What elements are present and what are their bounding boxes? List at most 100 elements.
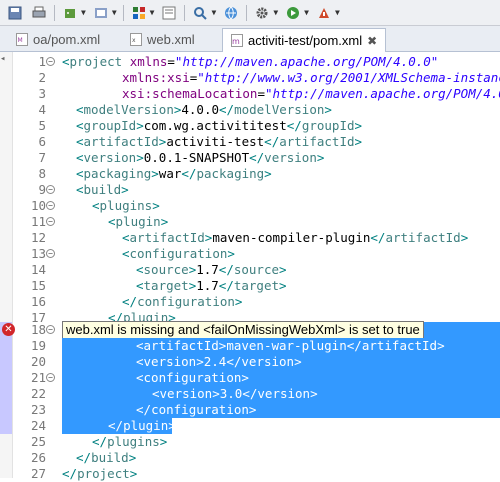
code-text: <configuration> <box>136 370 249 385</box>
line-number: 3 <box>38 86 46 101</box>
code-line: 20 <version>2.4</version> <box>0 354 500 370</box>
gear-icon[interactable] <box>253 4 271 22</box>
chevron-down-icon[interactable]: ▼ <box>273 8 278 17</box>
line-number: 21 <box>30 370 46 385</box>
chevron-down-icon[interactable]: ▼ <box>211 8 216 17</box>
code-text: xsi:schemaLocation="http://maven.apache.… <box>122 86 500 101</box>
code-text: </build> <box>76 450 137 465</box>
text-selection <box>62 402 500 418</box>
close-icon[interactable]: ✖ <box>367 34 377 48</box>
main-toolbar: ▼ ▼ ▼ ▼ ▼ ▼ ▼ <box>0 0 500 26</box>
fold-toggle-icon[interactable]: − <box>46 373 55 382</box>
code-line: 4 <modelVersion>4.0.0</modelVersion> <box>0 102 500 118</box>
code-line: 16 </configuration> <box>0 294 500 310</box>
palette-icon[interactable] <box>130 4 148 22</box>
code-line: 12 <artifactId>maven-compiler-plugin</ar… <box>0 230 500 246</box>
open-type-icon[interactable] <box>160 4 178 22</box>
code-text: <version>0.0.1-SNAPSHOT</version> <box>76 150 325 165</box>
fold-toggle-icon[interactable]: − <box>46 217 55 226</box>
code-line: 21 − <configuration> <box>0 370 500 386</box>
line-number: 19 <box>30 338 46 353</box>
toolbar-separator <box>122 4 124 21</box>
tab-web-xml[interactable]: x web.xml <box>122 28 203 51</box>
search-icon[interactable] <box>191 4 209 22</box>
line-number: 26 <box>30 450 46 465</box>
line-number: 13 <box>30 246 46 261</box>
line-number: 18 <box>30 322 46 337</box>
tab-label: oa/pom.xml <box>33 32 101 47</box>
line-number: 8 <box>38 166 46 181</box>
line-number: 5 <box>38 118 46 133</box>
code-line: 19 <artifactId>maven-war-plugin</artifac… <box>0 338 500 354</box>
line-number: 20 <box>30 354 46 369</box>
code-text: <source>1.7</source> <box>136 262 287 277</box>
line-number: 14 <box>30 262 46 277</box>
line-number: 7 <box>38 150 46 165</box>
tab-activiti-test-pom[interactable]: m activiti-test/pom.xml ✖ <box>222 28 387 52</box>
chevron-down-icon[interactable]: ▼ <box>112 8 117 17</box>
fold-toggle-icon[interactable]: − <box>46 201 55 210</box>
code-line: 8 <packaging>war</packaging> <box>0 166 500 182</box>
line-number: 12 <box>30 230 46 245</box>
line-number: 23 <box>30 402 46 417</box>
line-number: 15 <box>30 278 46 293</box>
tab-oa-pom[interactable]: M oa/pom.xml <box>8 28 108 51</box>
code-line: 2 xmlns:xsi="http://www.w3.org/2001/XMLS… <box>0 70 500 86</box>
code-text: <modelVersion>4.0.0</modelVersion> <box>76 102 332 117</box>
line-number: 27 <box>30 466 46 481</box>
line-number: 1 <box>38 54 46 69</box>
toolbar-separator <box>54 4 55 21</box>
chevron-down-icon[interactable]: ▼ <box>81 8 86 17</box>
chevron-down-icon[interactable]: ▼ <box>335 8 340 17</box>
svg-text:x: x <box>132 37 136 44</box>
line-number: 25 <box>30 434 46 449</box>
code-text: </configuration> <box>122 294 243 309</box>
code-text: <project xmlns="http://maven.apache.org/… <box>62 54 439 69</box>
fold-toggle-icon[interactable]: − <box>46 57 55 66</box>
external-tools-icon[interactable] <box>315 4 333 22</box>
line-number: 4 <box>38 102 46 117</box>
code-line: 11 − <plugin> <box>0 214 500 230</box>
code-text: <artifactId>maven-war-plugin</artifactId… <box>136 338 445 353</box>
code-line: 13 − <configuration> <box>0 246 500 262</box>
chevron-down-icon[interactable]: ▼ <box>304 8 309 17</box>
svg-text:M: M <box>18 37 23 44</box>
code-line: 14 <source>1.7</source> <box>0 262 500 278</box>
svg-text:m: m <box>232 37 240 46</box>
xml-source-editor[interactable]: ◂ 1 − <project xmlns="http://maven.apach… <box>0 52 500 481</box>
line-number: 10 <box>30 198 46 213</box>
text-selection <box>62 370 500 386</box>
code-line: 6 <artifactId>activiti-test</artifactId> <box>0 134 500 150</box>
code-line: 26 </build> <box>0 450 500 466</box>
tab-label: activiti-test/pom.xml <box>248 33 363 48</box>
line-number: 24 <box>30 418 46 433</box>
code-text: <artifactId>maven-compiler-plugin</artif… <box>122 230 469 245</box>
debug-icon[interactable] <box>61 4 79 22</box>
fold-toggle-icon[interactable]: − <box>46 325 55 334</box>
fold-toggle-icon[interactable]: − <box>46 185 55 194</box>
fold-toggle-icon[interactable]: − <box>46 249 55 258</box>
print-icon[interactable] <box>30 4 48 22</box>
code-text: xmlns:xsi="http://www.w3.org/2001/XMLSch… <box>122 70 500 85</box>
run-icon[interactable] <box>92 4 110 22</box>
tab-label: web.xml <box>147 32 195 47</box>
xml-file-icon: M <box>16 33 28 46</box>
line-number: 2 <box>38 70 46 85</box>
code-line: 9 − <build> <box>0 182 500 198</box>
play-icon[interactable] <box>284 4 302 22</box>
error-tooltip: web.xml is missing and <failOnMissingWeb… <box>62 321 424 339</box>
editor-tab-bar: M oa/pom.xml x web.xml m activiti-test/p… <box>0 26 500 52</box>
toolbar-separator <box>184 4 186 21</box>
code-text: <groupId>com.wg.activititest</groupId> <box>76 118 363 133</box>
save-icon[interactable] <box>6 4 24 22</box>
line-number: 11 <box>30 214 46 229</box>
chevron-down-icon[interactable]: ▼ <box>150 8 155 17</box>
line-number: 16 <box>30 294 46 309</box>
error-icon[interactable]: ✕ <box>2 323 15 336</box>
code-line: 25 </plugins> <box>0 434 500 450</box>
code-line: 24 </plugin> <box>0 418 500 434</box>
code-line: 1 − <project xmlns="http://maven.apache.… <box>0 54 500 70</box>
code-text: <packaging>war</packaging> <box>76 166 272 181</box>
globe-icon[interactable] <box>222 4 240 22</box>
maven-pom-icon: m <box>231 34 243 47</box>
